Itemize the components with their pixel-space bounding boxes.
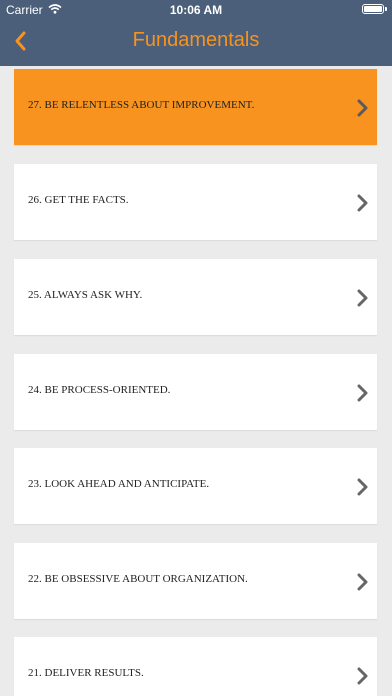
list-item-label: 22. BE OBSESSIVE ABOUT ORGANIZATION. bbox=[28, 573, 248, 585]
chevron-right-icon bbox=[357, 99, 368, 117]
chevron-right-icon bbox=[357, 478, 368, 496]
chevron-right-icon bbox=[357, 667, 368, 685]
chevron-right-icon bbox=[357, 194, 368, 212]
chevron-right-icon bbox=[357, 384, 368, 402]
list-item[interactable]: 24. BE PROCESS-ORIENTED. bbox=[14, 354, 377, 430]
chevron-right-icon bbox=[357, 289, 368, 307]
list-item-label: 24. BE PROCESS-ORIENTED. bbox=[28, 384, 171, 396]
list-item[interactable]: 27. BE RELENTLESS ABOUT IMPROVEMENT. bbox=[14, 69, 377, 145]
list-item-label: 21. DELIVER RESULTS. bbox=[28, 667, 144, 679]
fundamentals-list[interactable]: 27. BE RELENTLESS ABOUT IMPROVEMENT. 26. … bbox=[0, 66, 392, 696]
page-title: Fundamentals bbox=[132, 29, 260, 51]
list-item-label: 27. BE RELENTLESS ABOUT IMPROVEMENT. bbox=[28, 99, 255, 111]
list-item[interactable]: 22. BE OBSESSIVE ABOUT ORGANIZATION. bbox=[14, 543, 377, 619]
status-time: 10:06 AM bbox=[169, 3, 223, 17]
list-item[interactable]: 26. GET THE FACTS. bbox=[14, 164, 377, 240]
list-item[interactable]: 21. DELIVER RESULTS. bbox=[14, 637, 377, 696]
list-item[interactable]: 25. ALWAYS ASK WHY. bbox=[14, 259, 377, 335]
chevron-right-icon bbox=[357, 573, 368, 591]
list-item[interactable]: 23. LOOK AHEAD AND ANTICIPATE. bbox=[14, 448, 377, 524]
battery-tip bbox=[385, 7, 387, 11]
list-item-label: 25. ALWAYS ASK WHY. bbox=[28, 289, 143, 301]
battery-icon bbox=[362, 4, 384, 14]
list-item-label: 23. LOOK AHEAD AND ANTICIPATE. bbox=[28, 478, 210, 490]
list-item-label: 26. GET THE FACTS. bbox=[28, 194, 129, 206]
status-bar: Carrier 10:06 AM bbox=[0, 0, 392, 20]
navigation-bar: Carrier 10:06 AM Fundamentals bbox=[0, 0, 392, 66]
